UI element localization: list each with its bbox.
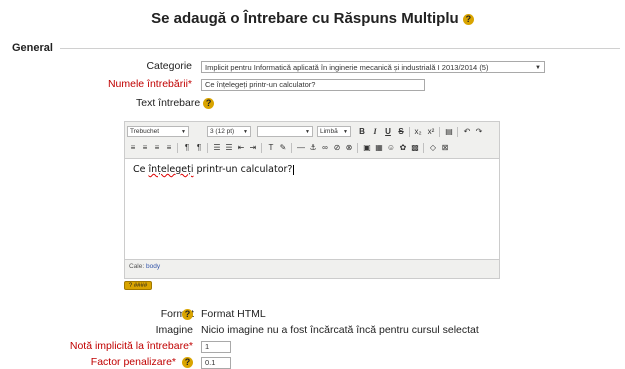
bold-button[interactable]: B: [356, 126, 368, 138]
editor-path-body-link[interactable]: body: [146, 263, 160, 270]
html-source-icon[interactable]: ◇: [427, 142, 439, 154]
section-divider: [60, 48, 620, 49]
align-right-icon[interactable]: ≡: [151, 142, 163, 154]
emoticon-icon[interactable]: ☺: [385, 142, 397, 154]
editor-text-prefix: Ce: [133, 164, 149, 175]
align-justify-icon[interactable]: ≡: [163, 142, 175, 154]
toolbar-separator: [207, 143, 208, 153]
toolbar-separator: [439, 127, 440, 137]
font-size-select[interactable]: 3 (12 pt) ▼: [207, 126, 251, 137]
editor-content-text: Ce înțelegeți printr-un calculator?: [133, 164, 295, 175]
underline-button[interactable]: U: [382, 126, 394, 138]
question-name-label: Numele întrebării*: [107, 78, 192, 90]
chevron-down-icon: ▼: [535, 65, 541, 71]
question-text-label-text: Text întrebare: [136, 97, 201, 109]
format-help-icon[interactable]: ?: [182, 309, 193, 320]
editor-text-suffix: printr-un calculator?: [193, 164, 293, 175]
paragraph-select[interactable]: ▼: [257, 126, 313, 137]
toolbar-separator: [291, 143, 292, 153]
nolink-icon[interactable]: ⊗: [343, 142, 355, 154]
editor-content-area[interactable]: Ce înțelegeți printr-un calculator?: [125, 158, 499, 260]
text-caret: [293, 164, 295, 175]
default-grade-label: Notă implicită la întrebare*: [69, 340, 193, 352]
default-grade-input[interactable]: 1: [201, 341, 231, 353]
toolbar-separator: [261, 143, 262, 153]
page-title-text: Se adaugă o Întrebare cu Răspuns Multipl…: [151, 10, 459, 27]
text-color-icon[interactable]: T: [265, 142, 277, 154]
penalty-help-icon[interactable]: ?: [182, 357, 193, 368]
question-text-help-icon[interactable]: ?: [203, 97, 215, 109]
fullscreen-icon[interactable]: ⊠: [439, 142, 451, 154]
category-selected-value: Implicit pentru Informatică aplicată în …: [205, 63, 489, 72]
language-select[interactable]: Limbă ▼: [317, 126, 351, 137]
question-text-label: Text întrebare ?: [136, 97, 215, 109]
link-icon[interactable]: ∞: [319, 142, 331, 154]
toolbar-separator: [357, 143, 358, 153]
chevron-down-icon: ▼: [243, 129, 248, 135]
editor-path-label: Cale:: [129, 263, 145, 270]
question-name-input[interactable]: Ce înțelegeți printr-un calculator?: [201, 79, 425, 91]
editor-help-button[interactable]: ? ####: [124, 281, 152, 290]
category-select[interactable]: Implicit pentru Informatică aplicată în …: [201, 61, 545, 73]
image-label: Imagine: [155, 324, 193, 336]
clean-format-button[interactable]: ▤: [443, 126, 455, 138]
outdent-icon[interactable]: ⇤: [235, 142, 247, 154]
media-icon[interactable]: ✿: [397, 142, 409, 154]
italic-button[interactable]: I: [369, 126, 381, 138]
penalty-label: Factor penalizare*: [90, 356, 176, 368]
ltr-icon[interactable]: ¶: [181, 142, 193, 154]
question-help-icon[interactable]: ?: [462, 13, 474, 25]
char-map-icon[interactable]: ▩: [409, 142, 421, 154]
editor-path-bar: Cale: body: [129, 263, 160, 270]
language-value: Limbă: [320, 128, 338, 135]
redo-icon[interactable]: ↷: [473, 126, 485, 138]
chevron-down-icon: ▼: [181, 129, 186, 135]
horizontal-rule-icon[interactable]: —: [295, 142, 307, 154]
superscript-button[interactable]: x²: [425, 126, 437, 138]
table-icon[interactable]: ▦: [373, 142, 385, 154]
section-legend-general[interactable]: General: [12, 42, 57, 54]
editor-text-misspelled-word: înțelegeți: [148, 164, 194, 175]
format-value: Format HTML: [201, 308, 266, 320]
unordered-list-icon[interactable]: ☰: [223, 142, 235, 154]
toolbar-separator: [409, 127, 410, 137]
rtl-icon[interactable]: ¶: [193, 142, 205, 154]
penalty-input[interactable]: 0.1: [201, 357, 231, 369]
page-title: Se adaugă o Întrebare cu Răspuns Multipl…: [0, 10, 625, 27]
toolbar-separator: [423, 143, 424, 153]
html-editor: Trebuchet ▼ 3 (12 pt) ▼ ▼ Limbă ▼ B I U …: [124, 121, 500, 279]
ordered-list-icon[interactable]: ☰: [211, 142, 223, 154]
editor-toolbar-row-1: Trebuchet ▼ 3 (12 pt) ▼ ▼ Limbă ▼ B I U …: [127, 126, 497, 138]
subscript-button[interactable]: x₂: [412, 126, 424, 138]
strikethrough-button[interactable]: S: [395, 126, 407, 138]
anchor-icon[interactable]: ⚓: [307, 142, 319, 154]
indent-icon[interactable]: ⇥: [247, 142, 259, 154]
toolbar-separator: [177, 143, 178, 153]
undo-icon[interactable]: ↶: [461, 126, 473, 138]
toolbar-separator: [457, 127, 458, 137]
chevron-down-icon: ▼: [343, 129, 348, 135]
font-family-select[interactable]: Trebuchet ▼: [127, 126, 189, 137]
category-label: Categorie: [146, 60, 192, 72]
unlink-icon[interactable]: ⊘: [331, 142, 343, 154]
align-center-icon[interactable]: ≡: [139, 142, 151, 154]
align-left-icon[interactable]: ≡: [127, 142, 139, 154]
font-family-value: Trebuchet: [130, 128, 160, 135]
image-value: Nicio imagine nu a fost încărcată încă p…: [201, 324, 479, 336]
image-icon[interactable]: ▣: [361, 142, 373, 154]
chevron-down-icon: ▼: [305, 129, 310, 135]
editor-toolbar-row-2: ≡ ≡ ≡ ≡ ¶ ¶ ☰ ☰ ⇤ ⇥ T ✎ — ⚓ ∞ ⊘ ⊗ ▣ ▦ ☺ …: [127, 142, 497, 155]
background-color-icon[interactable]: ✎: [277, 142, 289, 154]
font-size-value: 3 (12 pt): [210, 128, 235, 135]
